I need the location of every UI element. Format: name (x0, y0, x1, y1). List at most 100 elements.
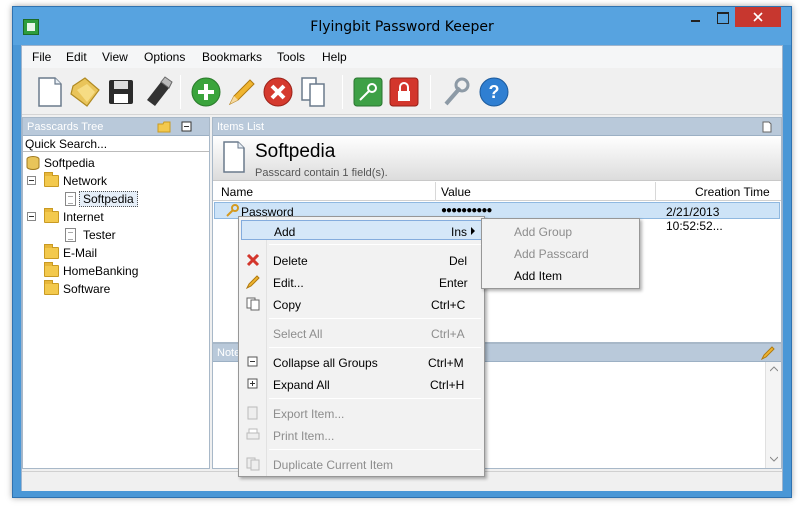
passcard-subtitle: Passcard contain 1 field(s). (255, 167, 388, 179)
menu-item-select-all[interactable]: Select All Ctrl+A (241, 323, 482, 343)
edit-pencil-icon[interactable] (761, 346, 775, 360)
menu-separator (269, 347, 481, 348)
lock-icon[interactable] (388, 76, 420, 108)
column-header: Name Value Creation Time (213, 182, 781, 201)
passcards-tree-panel: Passcards Tree Quick Search... Softpedia… (22, 117, 210, 469)
column-name[interactable]: Name (221, 185, 253, 199)
add-icon[interactable] (190, 76, 222, 108)
column-value[interactable]: Value (441, 185, 471, 199)
panel-title: Note (217, 347, 241, 359)
save-icon[interactable] (105, 76, 137, 108)
column-creation-time[interactable]: Creation Time (695, 185, 770, 199)
toolbar-separator (342, 75, 343, 109)
menu-options[interactable]: Options (144, 50, 185, 64)
collapse-icon[interactable] (181, 121, 192, 132)
delete-icon (246, 253, 260, 267)
svg-text:?: ? (489, 82, 500, 102)
folder-icon (44, 280, 59, 295)
folder-icon[interactable] (157, 121, 171, 133)
menu-item-duplicate[interactable]: Duplicate Current Item (241, 454, 482, 474)
tree-item-software[interactable]: Software (23, 280, 209, 298)
copy-icon (246, 297, 260, 311)
edit-pencil-icon (246, 275, 260, 289)
menu-item-print[interactable]: Print Item... (241, 425, 482, 445)
item-value: ●●●●●●●●●● (441, 205, 492, 216)
menu-separator (269, 398, 481, 399)
menu-item-edit[interactable]: Edit... Enter (241, 272, 482, 292)
menu-edit[interactable]: Edit (66, 50, 87, 64)
note-scrollbar[interactable] (765, 362, 781, 468)
export-icon (247, 406, 258, 420)
delete-icon[interactable] (262, 76, 294, 108)
folder-icon (44, 262, 59, 277)
maximize-button[interactable] (709, 7, 735, 27)
menu-separator (269, 244, 481, 245)
new-file-icon[interactable] (33, 76, 65, 108)
key-icon (226, 204, 239, 217)
menu-bar: File Edit View Options Bookmarks Tools H… (22, 46, 782, 68)
submenu-add-group[interactable]: Add Group (514, 225, 572, 239)
collapse-icon (247, 356, 258, 367)
menu-item-expand-all[interactable]: Expand All Ctrl+H (241, 374, 482, 394)
tree-item-root[interactable]: Softpedia (23, 154, 209, 172)
collapse-toggle[interactable] (27, 176, 36, 185)
submenu-add-passcard[interactable]: Add Passcard (514, 247, 589, 261)
minimize-button[interactable] (682, 7, 708, 27)
item-creation-time: 2/21/2013 10:52:52... (666, 205, 723, 233)
panel-title: Passcards Tree (27, 121, 104, 133)
tools-wrench-icon[interactable] (440, 76, 472, 108)
document-icon (65, 228, 76, 242)
open-folder-icon[interactable] (69, 76, 101, 108)
submenu-arrow-icon (471, 227, 475, 235)
tree-item-network[interactable]: Network (23, 172, 209, 190)
menu-bookmarks[interactable]: Bookmarks (202, 50, 262, 64)
menu-view[interactable]: View (102, 50, 128, 64)
panel-header: Passcards Tree (23, 118, 209, 136)
close-icon (753, 12, 763, 22)
column-separator (655, 182, 656, 201)
menu-separator (269, 449, 481, 450)
tree-item-email[interactable]: E-Mail (23, 244, 209, 262)
submenu-add-item[interactable]: Add Item (514, 269, 562, 283)
collapse-toggle[interactable] (27, 212, 36, 221)
copy-icon[interactable] (298, 76, 330, 108)
folder-icon (44, 244, 59, 259)
toolbar-separator (180, 75, 181, 109)
toolbar: ? (22, 69, 782, 115)
close-button[interactable] (735, 7, 781, 27)
quick-search-input[interactable]: Quick Search... (23, 136, 209, 152)
panel-header: Items List (213, 118, 781, 136)
menu-help[interactable]: Help (322, 50, 347, 64)
menu-tools[interactable]: Tools (277, 50, 305, 64)
key-icon[interactable] (352, 76, 384, 108)
document-icon[interactable] (762, 121, 772, 133)
menu-item-export[interactable]: Export Item... (241, 403, 482, 423)
tree-item-internet[interactable]: Internet (23, 208, 209, 226)
title-bar[interactable]: Flyingbit Password Keeper (13, 7, 791, 45)
menu-item-delete[interactable]: Delete Del (241, 250, 482, 270)
chevron-down-icon[interactable] (770, 456, 778, 462)
menu-item-copy[interactable]: Copy Ctrl+C (241, 294, 482, 314)
menu-item-collapse-all[interactable]: Collapse all Groups Ctrl+M (241, 352, 482, 372)
document-icon (65, 192, 76, 206)
menu-file[interactable]: File (32, 50, 51, 64)
passcard-header: Softpedia Passcard contain 1 field(s). (213, 136, 781, 181)
expand-icon (247, 378, 258, 389)
menu-item-add[interactable]: Add Ins (241, 220, 482, 240)
edit-pencil-icon[interactable] (226, 76, 258, 108)
help-icon[interactable]: ? (478, 76, 510, 108)
menu-separator (269, 318, 481, 319)
add-submenu: Add Group Add Passcard Add Item (481, 218, 640, 289)
usb-drive-icon[interactable] (141, 76, 173, 108)
tree-item-internet-tester[interactable]: Tester (23, 226, 209, 244)
passcard-icon (223, 141, 245, 173)
column-separator (435, 182, 436, 201)
duplicate-icon (246, 457, 260, 471)
tree-item-homebanking[interactable]: HomeBanking (23, 262, 209, 280)
context-menu: Add Ins Delete Del Edit... Enter Copy Ct… (238, 216, 485, 477)
database-icon (26, 156, 40, 170)
chevron-up-icon[interactable] (770, 366, 778, 372)
tree-item-network-softpedia[interactable]: Softpedia (23, 190, 209, 208)
folder-icon (44, 208, 59, 223)
printer-icon (246, 428, 260, 440)
